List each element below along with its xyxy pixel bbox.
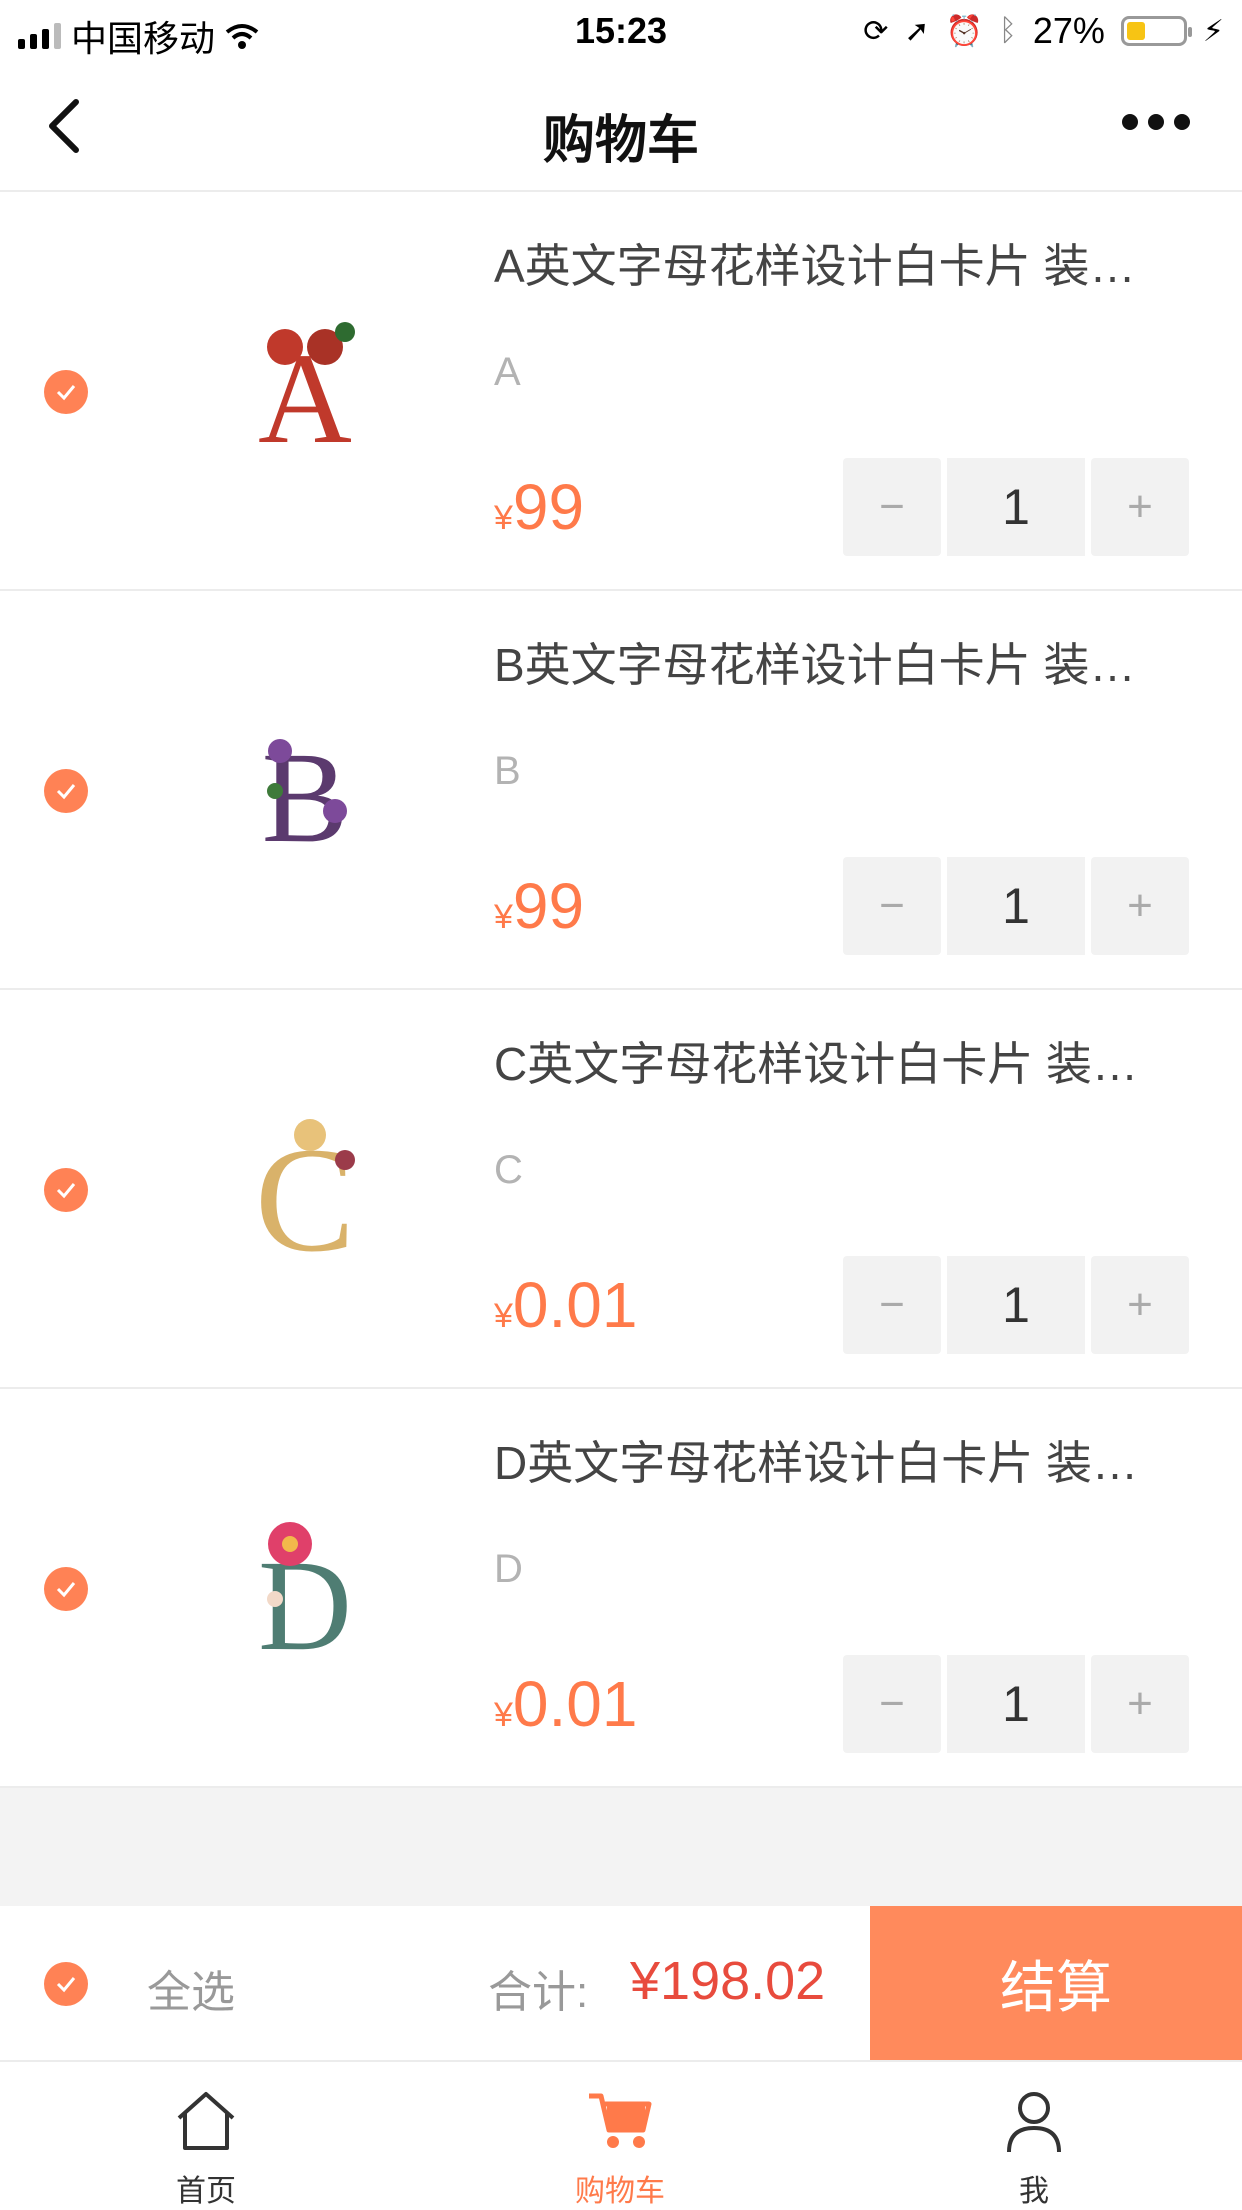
- alarm-icon: ⏰: [945, 14, 983, 48]
- product-variant: D: [494, 1547, 523, 1591]
- cart-item: D D英文字母花样设计白卡片 装… D ¥0.01 − 1 +: [0, 1389, 1242, 1788]
- total-price: ¥198.02: [630, 1951, 826, 2011]
- checkout-button[interactable]: 结算: [870, 1906, 1242, 2060]
- product-price: ¥99: [494, 870, 585, 942]
- orientation-lock-icon: ⟳: [863, 14, 889, 48]
- tab-cart[interactable]: 购物车: [470, 2062, 770, 2208]
- product-price: ¥0.01: [494, 1668, 638, 1740]
- product-name[interactable]: B英文字母花样设计白卡片 装…: [494, 629, 1194, 695]
- checkmark-icon: [56, 1977, 76, 1993]
- product-image[interactable]: B: [205, 691, 405, 891]
- user-icon: [1007, 2092, 1061, 2153]
- product-name[interactable]: D英文字母花样设计白卡片 装…: [494, 1427, 1194, 1493]
- tab-me[interactable]: 我: [884, 2062, 1184, 2208]
- checkout-bar: 全选 合计: ¥198.02 结算: [0, 1906, 1242, 2062]
- product-price: ¥0.01: [494, 1269, 638, 1341]
- nav-bar: 购物车: [0, 62, 1242, 192]
- decrease-button[interactable]: −: [843, 458, 941, 556]
- cart-list: A A英文字母花样设计白卡片 装… A ¥99 − 1 + B B英文字母花样设…: [0, 192, 1242, 1788]
- product-name[interactable]: A英文字母花样设计白卡片 装…: [494, 230, 1194, 296]
- cart-icon: [589, 2093, 652, 2148]
- item-checkbox[interactable]: [44, 1567, 88, 1611]
- cart-item: C C英文字母花样设计白卡片 装… C ¥0.01 − 1 +: [0, 990, 1242, 1389]
- checkmark-icon: [56, 385, 76, 401]
- tab-bar: 首页 购物车 我: [0, 2062, 1242, 2208]
- quantity-stepper: − 1 +: [843, 458, 1189, 556]
- quantity-stepper: − 1 +: [843, 1655, 1189, 1753]
- cart-item: A A英文字母花样设计白卡片 装… A ¥99 − 1 +: [0, 192, 1242, 591]
- item-checkbox[interactable]: [44, 769, 88, 813]
- increase-button[interactable]: +: [1091, 857, 1189, 955]
- item-checkbox[interactable]: [44, 370, 88, 414]
- battery-percent: 27%: [1032, 10, 1105, 51]
- checkmark-icon: [56, 1183, 76, 1199]
- home-icon: [177, 2092, 235, 2150]
- charging-icon: ⚡: [1202, 14, 1224, 48]
- more-icon[interactable]: [1122, 114, 1190, 130]
- tab-home[interactable]: 首页: [56, 2062, 356, 2208]
- product-variant: B: [494, 749, 521, 793]
- select-all-checkbox[interactable]: [44, 1962, 88, 2006]
- quantity-input[interactable]: 1: [947, 1655, 1085, 1753]
- cart-item: B B英文字母花样设计白卡片 装… B ¥99 − 1 +: [0, 591, 1242, 990]
- select-all-label[interactable]: 全选: [147, 1956, 235, 2020]
- product-name[interactable]: C英文字母花样设计白卡片 装…: [494, 1028, 1194, 1094]
- product-variant: C: [494, 1148, 523, 1192]
- decrease-button[interactable]: −: [843, 1655, 941, 1753]
- location-icon: ➚: [904, 14, 930, 48]
- quantity-stepper: − 1 +: [843, 1256, 1189, 1354]
- item-checkbox[interactable]: [44, 1168, 88, 1212]
- tab-label: 我: [1019, 2175, 1049, 2208]
- quantity-stepper: − 1 +: [843, 857, 1189, 955]
- increase-button[interactable]: +: [1091, 1256, 1189, 1354]
- decrease-button[interactable]: −: [843, 1256, 941, 1354]
- quantity-input[interactable]: 1: [947, 857, 1085, 955]
- status-bar: 中国移动 15:23 ⟳ ➚ ⏰ ᛒ 27% ⚡: [0, 0, 1242, 62]
- checkmark-icon: [56, 784, 76, 800]
- product-image[interactable]: D: [205, 1489, 405, 1689]
- battery-icon: [1120, 16, 1192, 46]
- increase-button[interactable]: +: [1091, 1655, 1189, 1753]
- list-spacer: [0, 1788, 1242, 1906]
- product-image[interactable]: A: [205, 292, 405, 492]
- decrease-button[interactable]: −: [843, 857, 941, 955]
- tab-label: 首页: [176, 2175, 236, 2208]
- product-image[interactable]: C: [205, 1090, 405, 1290]
- checkmark-icon: [56, 1582, 76, 1598]
- page-title: 购物车: [542, 112, 699, 170]
- product-price: ¥99: [494, 471, 585, 543]
- total-label: 合计:: [488, 1968, 589, 2017]
- increase-button[interactable]: +: [1091, 458, 1189, 556]
- product-variant: A: [494, 350, 521, 394]
- tab-label: 购物车: [575, 2175, 665, 2208]
- quantity-input[interactable]: 1: [947, 458, 1085, 556]
- bluetooth-icon: ᛒ: [998, 14, 1017, 47]
- quantity-input[interactable]: 1: [947, 1256, 1085, 1354]
